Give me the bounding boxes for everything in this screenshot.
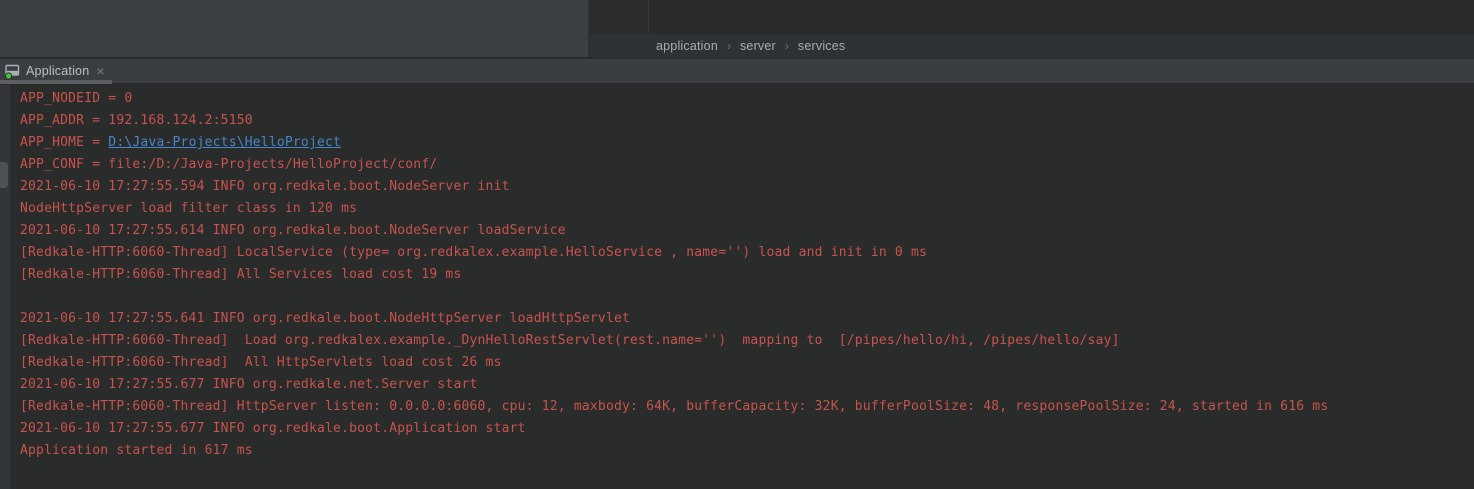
run-console: APP_NODEID = 0APP_ADDR = 192.168.124.2:5… bbox=[0, 85, 1474, 489]
console-line: [Redkale-HTTP:6060-Thread] Load org.redk… bbox=[20, 330, 1474, 352]
console-gutter bbox=[0, 85, 10, 489]
editor-top-strip bbox=[648, 0, 1474, 33]
console-blank-line bbox=[20, 286, 1474, 308]
breadcrumb-item-services[interactable]: services bbox=[798, 39, 845, 53]
console-line: [Redkale-HTTP:6060-Thread] All HttpServl… bbox=[20, 352, 1474, 374]
breadcrumb-bar: application › server › services bbox=[590, 33, 1474, 57]
ide-run-window: application › server › services Application … bbox=[0, 0, 1474, 489]
active-tab-underline bbox=[0, 80, 112, 84]
editor-panel-empty bbox=[0, 0, 589, 57]
breadcrumb-item-server[interactable]: server bbox=[740, 39, 776, 53]
console-line: APP_HOME = D:\Java-Projects\HelloProject bbox=[20, 132, 1474, 154]
console-line: Application started in 617 ms bbox=[20, 440, 1474, 462]
console-line: NodeHttpServer load filter class in 120 … bbox=[20, 198, 1474, 220]
console-line: 2021-06-10 17:27:55.594 INFO org.redkale… bbox=[20, 176, 1474, 198]
editor-gutter-strip bbox=[590, 0, 648, 33]
console-line: 2021-06-10 17:27:55.677 INFO org.redkale… bbox=[20, 374, 1474, 396]
console-output: APP_NODEID = 0APP_ADDR = 192.168.124.2:5… bbox=[20, 88, 1474, 462]
tab-label: Application bbox=[26, 64, 89, 78]
console-line-text: APP_HOME = bbox=[20, 135, 108, 150]
breadcrumb-separator-icon: › bbox=[727, 39, 731, 53]
breadcrumb-item-application[interactable]: application bbox=[656, 39, 718, 53]
console-file-link[interactable]: D:\Java-Projects\HelloProject bbox=[108, 135, 341, 150]
run-console-icon bbox=[4, 63, 21, 80]
console-line: 2021-06-10 17:27:55.677 INFO org.redkale… bbox=[20, 418, 1474, 440]
console-line: APP_NODEID = 0 bbox=[20, 88, 1474, 110]
breadcrumb-separator-icon: › bbox=[785, 39, 789, 53]
console-line: [Redkale-HTTP:6060-Thread] HttpServer li… bbox=[20, 396, 1474, 418]
tab-close-icon[interactable]: × bbox=[96, 64, 104, 78]
breadcrumb: application › server › services bbox=[656, 39, 845, 53]
console-line: [Redkale-HTTP:6060-Thread] LocalService … bbox=[20, 242, 1474, 264]
console-line: 2021-06-10 17:27:55.614 INFO org.redkale… bbox=[20, 220, 1474, 242]
console-scrollbar-thumb[interactable] bbox=[0, 162, 8, 188]
run-toolwindow-tab-bar: Application × bbox=[0, 58, 1474, 84]
console-line: 2021-06-10 17:27:55.641 INFO org.redkale… bbox=[20, 308, 1474, 330]
console-line: [Redkale-HTTP:6060-Thread] All Services … bbox=[20, 264, 1474, 286]
console-line: APP_CONF = file:/D:/Java-Projects/HelloP… bbox=[20, 154, 1474, 176]
tab-application[interactable]: Application × bbox=[0, 59, 112, 83]
console-line: APP_ADDR = 192.168.124.2:5150 bbox=[20, 110, 1474, 132]
